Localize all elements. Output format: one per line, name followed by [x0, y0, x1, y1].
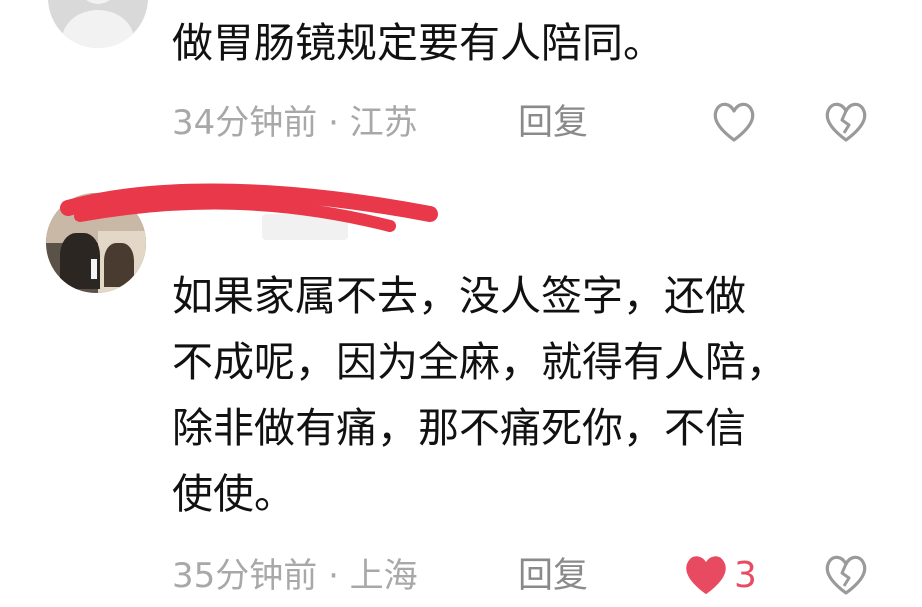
- avatar-body-shape: [62, 10, 134, 48]
- broken-heart-icon[interactable]: [823, 553, 869, 597]
- avatar-head-shape: [79, 0, 117, 4]
- avatar-photo-figure: [104, 243, 134, 287]
- redaction-scribble: [60, 183, 438, 232]
- heart-outline-icon[interactable]: [711, 100, 757, 144]
- comment-meta: 34分钟前 · 江苏: [172, 103, 418, 143]
- reply-button[interactable]: 回复: [518, 556, 588, 596]
- heart-filled-icon[interactable]: [683, 553, 729, 597]
- like-count: 3: [734, 555, 757, 596]
- avatar[interactable]: [48, 0, 148, 48]
- comment-text: 做胃肠镜规定要有人陪同。: [172, 19, 664, 67]
- avatar-photo-object: [91, 259, 97, 279]
- broken-heart-icon[interactable]: [823, 100, 869, 144]
- reply-button[interactable]: 回复: [518, 103, 588, 143]
- comment-text: 如果家属不去，没人签字，还做 不成呢，因为全麻，就得有人陪， 除非做有痛，那不痛…: [172, 272, 787, 518]
- comment-meta: 35分钟前 · 上海: [172, 556, 418, 596]
